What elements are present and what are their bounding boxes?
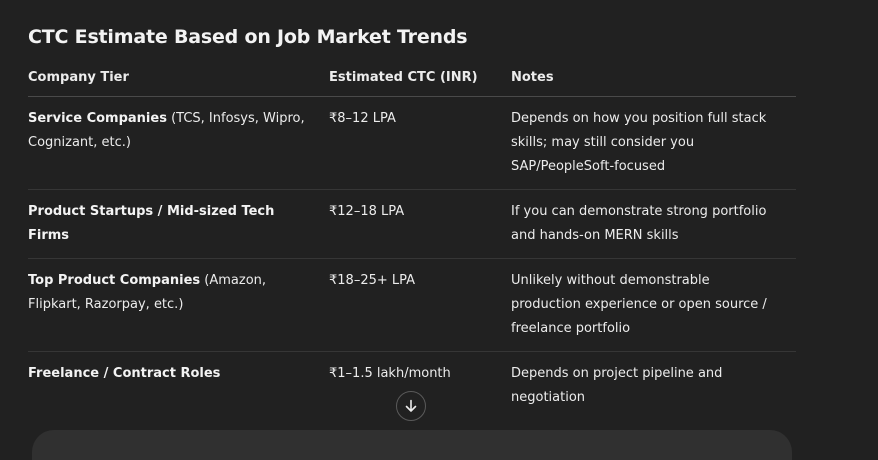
table-row: Product Startups / Mid-sized Tech Firms … — [28, 189, 796, 259]
table-row: Service Companies (TCS, Infosys, Wipro, … — [28, 96, 796, 190]
cell-company-tier: Product Startups / Mid-sized Tech Firms — [28, 189, 329, 259]
tier-name: Service Companies — [28, 111, 167, 126]
ctc-table: Company Tier Estimated CTC (INR) Notes S… — [28, 62, 796, 420]
tier-name: Product Startups / Mid-sized Tech Firms — [28, 204, 275, 243]
cell-company-tier: Service Companies (TCS, Infosys, Wipro, … — [28, 96, 329, 190]
table-header-row: Company Tier Estimated CTC (INR) Notes — [28, 62, 796, 97]
cell-company-tier: Freelance / Contract Roles — [28, 352, 329, 421]
tier-name: Freelance / Contract Roles — [28, 366, 221, 381]
cell-notes: Depends on project pipeline and negotiat… — [511, 366, 723, 405]
header-estimated-ctc: Estimated CTC (INR) — [329, 62, 511, 97]
header-company-tier: Company Tier — [28, 62, 329, 97]
cell-notes: Unlikely without demonstrable production… — [511, 258, 796, 352]
cell-company-tier: Top Product Companies (Amazon, Flipkart,… — [28, 258, 329, 352]
cell-ctc: ₹8–12 LPA — [329, 96, 511, 190]
scroll-down-button[interactable] — [396, 391, 426, 421]
message-composer[interactable] — [32, 430, 792, 460]
tier-name: Top Product Companies — [28, 273, 201, 288]
section-title: CTC Estimate Based on Job Market Trends — [28, 26, 468, 48]
cell-notes: Depends on how you position full stack s… — [511, 96, 796, 190]
cell-ctc: ₹12–18 LPA — [329, 189, 511, 259]
header-notes: Notes — [511, 62, 796, 97]
cell-ctc: ₹18–25+ LPA — [329, 258, 511, 352]
table-row: Top Product Companies (Amazon, Flipkart,… — [28, 258, 796, 352]
arrow-down-icon — [405, 399, 417, 412]
cell-notes: If you can demonstrate strong portfolio … — [511, 189, 796, 259]
